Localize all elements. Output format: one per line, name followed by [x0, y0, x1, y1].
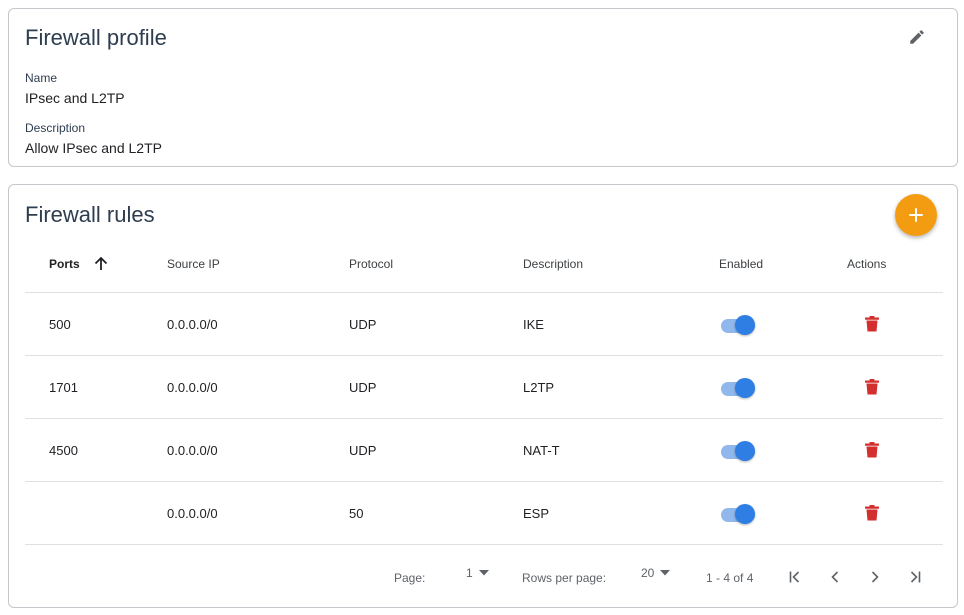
- arrow-up-icon: [92, 255, 110, 273]
- column-header-actions: Actions: [847, 256, 887, 271]
- cell-protocol: UDP: [349, 316, 377, 332]
- next-page-button[interactable]: [863, 565, 887, 589]
- caret-down-icon: [478, 570, 489, 576]
- cell-source-ip: 0.0.0.0/0: [167, 316, 218, 332]
- enabled-toggle[interactable]: [721, 440, 757, 461]
- name-value: IPsec and L2TP: [25, 90, 125, 106]
- profile-title: Firewall profile: [25, 25, 167, 50]
- page-select[interactable]: 1: [466, 566, 489, 580]
- delete-rule-button[interactable]: [865, 442, 879, 458]
- caret-down-icon: [660, 570, 671, 576]
- cell-description: ESP: [523, 505, 550, 521]
- column-header-description[interactable]: Description: [523, 235, 583, 292]
- last-page-button[interactable]: [903, 565, 927, 589]
- trash-icon: [865, 505, 879, 521]
- cell-protocol: UDP: [349, 379, 377, 395]
- delete-rule-button[interactable]: [865, 379, 879, 395]
- table-row: 1701 0.0.0.0/0 UDP L2TP: [25, 356, 943, 419]
- cell-ports: 500: [49, 316, 71, 332]
- first-page-button[interactable]: [783, 565, 807, 589]
- firewall-profile-card: Firewall profile Name IPsec and L2TP Des…: [8, 8, 958, 167]
- enabled-toggle[interactable]: [721, 314, 757, 335]
- enabled-toggle[interactable]: [721, 503, 757, 524]
- column-header-ports[interactable]: Ports: [49, 235, 110, 292]
- table-row: 4500 0.0.0.0/0 UDP NAT-T: [25, 419, 943, 482]
- enabled-toggle[interactable]: [721, 377, 757, 398]
- description-label: Description: [25, 121, 86, 135]
- cell-ports: 4500: [49, 442, 78, 458]
- delete-rule-button[interactable]: [865, 316, 879, 332]
- table-header: Ports Source IP Protocol Description Ena…: [25, 235, 943, 293]
- last-page-icon: [910, 571, 921, 583]
- column-header-source-ip[interactable]: Source IP: [167, 235, 220, 292]
- trash-icon: [865, 379, 879, 395]
- firewall-rules-card: Firewall rules Ports Source IP Protocol …: [8, 184, 958, 608]
- rows-per-page-value: 20: [641, 566, 655, 580]
- rules-title: Firewall rules: [25, 202, 155, 227]
- chevron-right-icon: [871, 571, 879, 583]
- column-header-protocol[interactable]: Protocol: [349, 235, 393, 292]
- name-label: Name: [25, 71, 58, 85]
- page-label: Page:: [394, 571, 426, 585]
- delete-rule-button[interactable]: [865, 505, 879, 521]
- cell-ports: 1701: [49, 379, 78, 395]
- pencil-icon: [910, 30, 924, 44]
- description-value: Allow IPsec and L2TP: [25, 140, 162, 156]
- chevron-left-icon: [831, 571, 839, 583]
- cell-description: L2TP: [523, 379, 555, 395]
- first-page-icon: [789, 571, 800, 583]
- cell-protocol: 50: [349, 505, 364, 521]
- cell-protocol: UDP: [349, 442, 377, 458]
- rows-per-page-select[interactable]: 20: [641, 566, 671, 580]
- cell-description: NAT-T: [523, 442, 560, 458]
- cell-description: IKE: [523, 316, 544, 332]
- column-header-enabled[interactable]: Enabled: [719, 235, 763, 292]
- edit-profile-button[interactable]: [905, 25, 929, 49]
- rules-table: Ports Source IP Protocol Description Ena…: [25, 235, 943, 607]
- cell-source-ip: 0.0.0.0/0: [167, 442, 218, 458]
- trash-icon: [865, 442, 879, 458]
- pagination-range: 1 - 4 of 4: [706, 571, 754, 585]
- cell-source-ip: 0.0.0.0/0: [167, 379, 218, 395]
- rows-per-page-label: Rows per page:: [522, 571, 607, 585]
- previous-page-button[interactable]: [823, 565, 847, 589]
- cell-source-ip: 0.0.0.0/0: [167, 505, 218, 521]
- pagination-bar: Page: 1 Rows per page: 20 1 - 4 of 4: [25, 545, 943, 607]
- table-row: 500 0.0.0.0/0 UDP IKE: [25, 293, 943, 356]
- table-row: 0.0.0.0/0 50 ESP: [25, 482, 943, 545]
- add-rule-button[interactable]: [895, 194, 937, 236]
- trash-icon: [865, 316, 879, 332]
- page-select-value: 1: [466, 566, 473, 580]
- plus-icon: [909, 208, 923, 222]
